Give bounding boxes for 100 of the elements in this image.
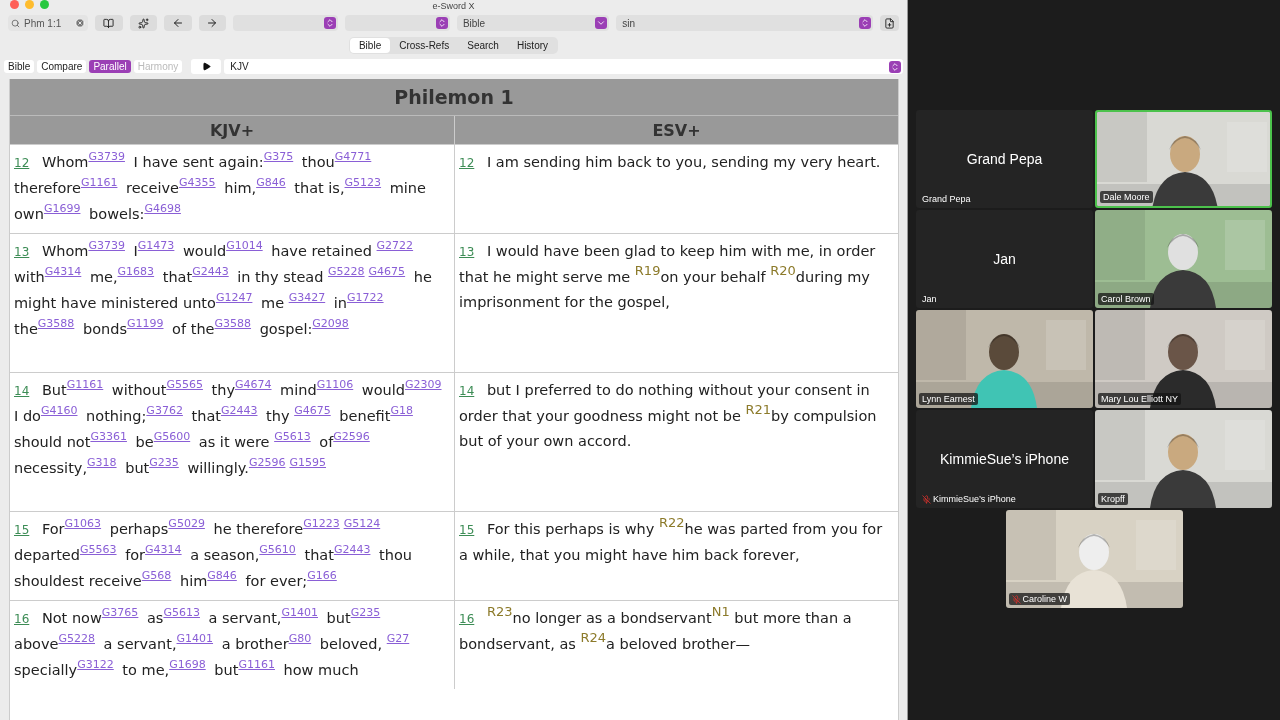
search-field[interactable]: Phm 1:1 — [8, 15, 89, 31]
participant-tile[interactable]: Caroline W — [1005, 510, 1183, 608]
participant-tile[interactable]: Carol Brown — [1095, 210, 1272, 308]
strongs-number-link[interactable]: G1401 — [176, 632, 214, 645]
footnote-link[interactable]: N1 — [711, 604, 730, 619]
strongs-number-link[interactable]: G80 — [288, 632, 312, 645]
strongs-number-link[interactable]: G2098 — [312, 317, 349, 330]
strongs-number-link[interactable]: G1063 — [64, 517, 102, 530]
participant-tile[interactable]: Jan Jan — [916, 210, 1093, 308]
strongs-number-link[interactable]: G1683 — [117, 265, 155, 278]
cross-reference-link[interactable]: R24 — [580, 630, 607, 645]
strongs-number-link[interactable]: G4314 — [44, 265, 82, 278]
verse-number-link[interactable]: 15 — [14, 523, 30, 537]
play-button[interactable] — [191, 59, 222, 74]
dropdown[interactable]: Bible — [456, 15, 610, 31]
verse-number-link[interactable]: 12 — [14, 156, 30, 170]
strongs-number-link[interactable]: G1161 — [238, 658, 275, 671]
strongs-number-link[interactable]: G3427 — [288, 291, 326, 304]
cross-reference-link[interactable]: R22 — [658, 515, 685, 530]
view-mode-button[interactable]: Compare — [37, 60, 87, 73]
strongs-number-link[interactable]: G318 — [87, 456, 117, 469]
new-document-button[interactable] — [880, 15, 899, 31]
strongs-number-link[interactable]: G3762 — [146, 404, 183, 417]
forward-button[interactable] — [198, 15, 227, 31]
view-mode-button[interactable]: Bible — [4, 60, 35, 73]
strongs-number-link[interactable]: G5563 — [80, 543, 117, 556]
strongs-number-link[interactable]: G2596 — [333, 430, 370, 443]
close-button[interactable] — [10, 0, 19, 9]
strongs-number-link[interactable]: G2309 — [405, 378, 442, 391]
strongs-number-link[interactable]: G1595 — [289, 456, 326, 469]
strongs-number-link[interactable]: G4675 — [294, 404, 331, 417]
strongs-number-link[interactable]: G3122 — [77, 658, 114, 671]
strongs-number-link[interactable]: G235 — [350, 606, 381, 619]
strongs-number-link[interactable]: G1722 — [347, 291, 384, 304]
strongs-number-link[interactable]: G846 — [256, 176, 286, 189]
participant-tile[interactable]: Mary Lou Elliott NY — [1095, 310, 1272, 408]
participant-tile[interactable]: Lynn Earnest — [916, 310, 1093, 408]
strongs-number-link[interactable]: G18 — [390, 404, 413, 417]
strongs-number-link[interactable]: G3739 — [88, 239, 125, 252]
strongs-number-link[interactable]: G5228 — [58, 632, 95, 645]
cross-reference-link[interactable]: R21 — [745, 402, 772, 417]
strongs-number-link[interactable]: G5029 — [168, 517, 205, 530]
sparkle-button[interactable] — [129, 15, 158, 31]
strongs-number-link[interactable]: G1161 — [80, 176, 118, 189]
participant-tile[interactable]: KimmieSue’s iPhone KimmieSue’s iPhone — [916, 410, 1093, 508]
strongs-number-link[interactable]: G3765 — [101, 606, 139, 619]
verse-number-link[interactable]: 16 — [14, 612, 30, 626]
dropdown[interactable]: sin — [616, 15, 873, 31]
strongs-number-link[interactable]: G27 — [386, 632, 410, 645]
strongs-number-link[interactable]: G5613 — [163, 606, 200, 619]
strongs-number-link[interactable]: G1161 — [66, 378, 104, 391]
strongs-number-link[interactable]: G2443 — [220, 404, 258, 417]
cross-reference-link[interactable]: R19 — [634, 263, 661, 278]
strongs-number-link[interactable]: G1014 — [226, 239, 263, 252]
participant-tile[interactable]: Grand Pepa Grand Pepa — [916, 110, 1093, 208]
verse-number-link[interactable]: 14 — [14, 384, 30, 398]
strongs-number-link[interactable]: G4675 — [368, 265, 406, 278]
verse-number-link[interactable]: 13 — [14, 245, 30, 259]
strongs-number-link[interactable]: G5600 — [153, 430, 191, 443]
tab[interactable]: Bible — [349, 38, 391, 53]
strongs-number-link[interactable]: G4355 — [179, 176, 216, 189]
strongs-number-link[interactable]: G235 — [149, 456, 179, 469]
book-button[interactable] — [95, 15, 123, 31]
verse-number-link[interactable]: 12 — [459, 156, 475, 170]
strongs-number-link[interactable]: G5124 — [343, 517, 381, 530]
strongs-number-link[interactable]: G5613 — [274, 430, 311, 443]
participant-tile[interactable]: Kropff — [1095, 410, 1272, 508]
strongs-number-link[interactable]: G4160 — [40, 404, 78, 417]
strongs-number-link[interactable]: G166 — [307, 569, 337, 582]
strongs-number-link[interactable]: G1699 — [43, 202, 81, 215]
strongs-number-link[interactable]: G3361 — [90, 430, 127, 443]
strongs-number-link[interactable]: G5228 — [328, 265, 365, 278]
strongs-number-link[interactable]: G2722 — [376, 239, 414, 252]
dropdown[interactable] — [233, 15, 339, 31]
tab[interactable]: Cross-Refs — [390, 38, 459, 53]
strongs-number-link[interactable]: G5123 — [344, 176, 382, 189]
strongs-number-link[interactable]: G1698 — [169, 658, 206, 671]
strongs-number-link[interactable]: G1106 — [316, 378, 354, 391]
cross-reference-link[interactable]: R23 — [486, 604, 513, 619]
strongs-number-link[interactable]: G846 — [207, 569, 237, 582]
tab[interactable]: Search — [458, 38, 508, 53]
strongs-number-link[interactable]: G5565 — [166, 378, 203, 391]
strongs-number-link[interactable]: G375 — [263, 150, 294, 163]
strongs-number-link[interactable]: G568 — [141, 569, 172, 582]
strongs-number-link[interactable]: G1199 — [126, 317, 164, 330]
strongs-number-link[interactable]: G3588 — [37, 317, 75, 330]
strongs-number-link[interactable]: G1223 — [303, 517, 340, 530]
strongs-number-link[interactable]: G4314 — [145, 543, 182, 556]
strongs-number-link[interactable]: G4698 — [144, 202, 181, 215]
version-dropdown[interactable]: KJV — [224, 59, 903, 74]
strongs-number-link[interactable]: G2443 — [333, 543, 371, 556]
strongs-number-link[interactable]: G1247 — [215, 291, 253, 304]
strongs-number-link[interactable]: G3588 — [214, 317, 252, 330]
verse-number-link[interactable]: 15 — [459, 523, 475, 537]
verse-number-link[interactable]: 16 — [459, 612, 475, 626]
dropdown[interactable] — [345, 15, 450, 31]
strongs-number-link[interactable]: G4771 — [334, 150, 372, 163]
verse-number-link[interactable]: 13 — [459, 245, 475, 259]
strongs-number-link[interactable]: G1473 — [137, 239, 175, 252]
strongs-number-link[interactable]: G2596 — [248, 456, 286, 469]
